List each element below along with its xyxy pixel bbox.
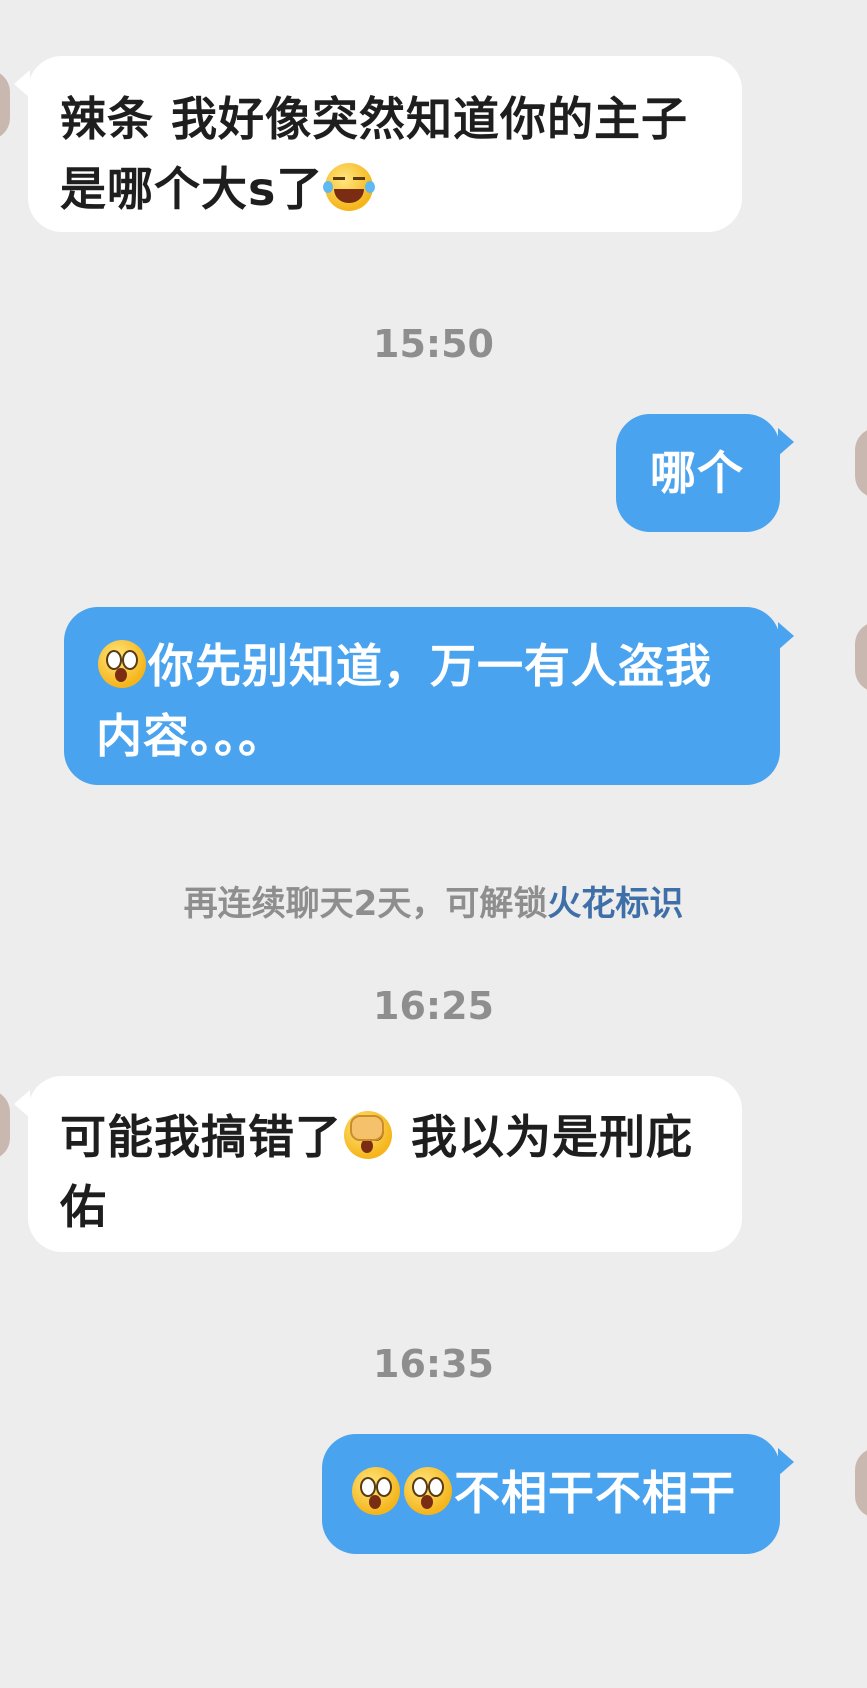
bubble-tail: [778, 428, 794, 456]
message-text: 哪个: [650, 446, 744, 500]
incoming-message-bubble[interactable]: 可能我搞错了 我以为是刑庇佑: [28, 1076, 742, 1252]
spark-badge-link[interactable]: 火花标识: [547, 884, 683, 924]
my-avatar[interactable]: [855, 428, 867, 498]
bubble-tail: [778, 1448, 794, 1476]
sender-avatar[interactable]: [0, 70, 10, 140]
message-text: 不相干不相干: [454, 1466, 736, 1520]
astonished-emoji-icon: [98, 640, 146, 688]
incoming-message-bubble[interactable]: 辣条 我好像突然知道你的主子是哪个大s了: [28, 56, 742, 232]
message-text: 可能我搞错了: [60, 1110, 342, 1164]
facepalm-emoji-icon: [344, 1111, 392, 1159]
joy-tears-emoji-icon: [323, 163, 376, 211]
streak-notice: 再连续聊天2天，可解锁火花标识: [0, 876, 867, 925]
timestamp: 15:50: [373, 322, 494, 366]
astonished-emoji-icon: [352, 1467, 400, 1515]
outgoing-message-bubble[interactable]: 不相干不相干: [322, 1434, 780, 1554]
astonished-emoji-icon: [404, 1467, 452, 1515]
my-avatar[interactable]: [855, 622, 867, 692]
timestamp: 16:25: [373, 984, 494, 1028]
sender-avatar[interactable]: [0, 1090, 10, 1160]
notice-text: 再连续聊天2天，可解锁: [183, 884, 548, 924]
message-text: 你先别知道，万一有人盗我内容。。。: [96, 639, 712, 763]
outgoing-message-bubble[interactable]: 你先别知道，万一有人盗我内容。。。: [64, 607, 780, 785]
my-avatar[interactable]: [855, 1448, 867, 1518]
bubble-tail: [778, 622, 794, 650]
timestamp: 16:35: [373, 1342, 494, 1386]
outgoing-message-bubble[interactable]: 哪个: [616, 414, 780, 532]
bubble-tail: [14, 70, 30, 98]
message-text: 辣条 我好像突然知道你的主子是哪个大s了: [60, 92, 689, 216]
bubble-tail: [14, 1090, 30, 1118]
